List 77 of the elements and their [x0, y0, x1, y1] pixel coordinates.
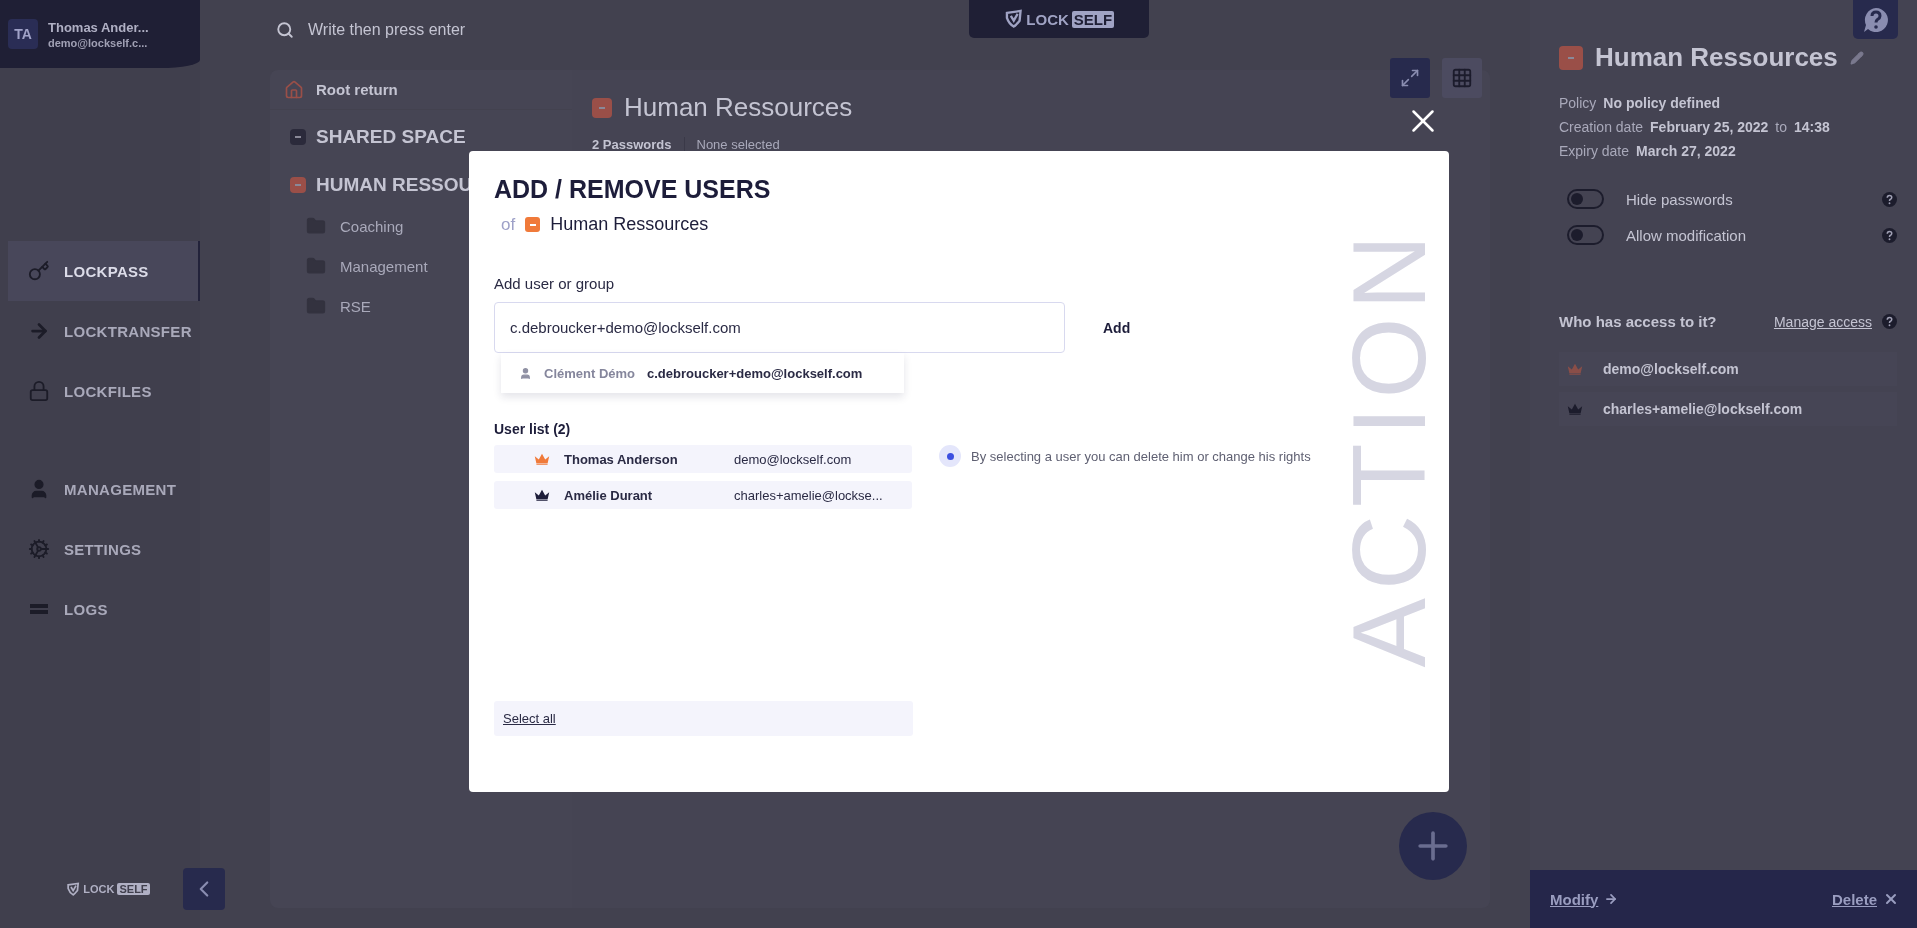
user-row[interactable]: Amélie Durant charles+amelie@lockse...	[494, 481, 912, 509]
details-title: Human Ressources	[1595, 42, 1838, 73]
avatar: TA	[8, 19, 38, 49]
folder-color-icon	[525, 217, 541, 232]
modify-link[interactable]: Modify	[1550, 890, 1619, 908]
toggle-switch[interactable]	[1567, 189, 1604, 209]
field-label: Creation date	[1559, 119, 1644, 135]
house-icon	[284, 79, 304, 100]
hint-text: By selecting a user you can delete him or change his rights	[971, 448, 1311, 464]
toggle-switch[interactable]	[1567, 225, 1604, 245]
search-icon	[276, 21, 294, 39]
field-label: Add user or group	[494, 275, 616, 292]
field-joiner: to	[1775, 119, 1788, 135]
user-email: demo@lockself.com	[1603, 361, 1739, 377]
space-item[interactable]: SHARED SPACE	[270, 110, 572, 158]
crown-icon	[1567, 362, 1583, 376]
suggestion-item[interactable]: Clément Démo c.debroucker+demo@lockself.com	[501, 353, 904, 393]
grid-icon	[1451, 66, 1473, 89]
folder-color-icon	[1559, 45, 1583, 70]
field-value: February 25, 2022	[1650, 119, 1769, 135]
field-label: Policy	[1559, 95, 1597, 111]
folder-color-icon	[592, 97, 612, 118]
lock-icon	[28, 380, 50, 402]
user-name: Thomas Ander...	[48, 19, 149, 35]
dialog-title: ADD / REMOVE USERS	[494, 175, 772, 204]
manage-access-link[interactable]: Manage access	[1773, 313, 1872, 330]
crown-icon	[534, 488, 550, 502]
nav-item[interactable]: LOCKTRANSFER	[8, 301, 200, 361]
help-icon[interactable]	[1882, 191, 1897, 207]
nav-item[interactable]: LOCKPASS	[8, 241, 200, 301]
field-value: March 27, 2022	[1636, 143, 1736, 159]
info-dot-icon	[939, 445, 961, 467]
arrow-icon	[1604, 892, 1619, 906]
person-icon	[519, 366, 532, 380]
bars-icon	[30, 604, 48, 614]
shield-icon	[66, 881, 81, 897]
logo-badge: SELF	[1071, 10, 1115, 28]
search-field[interactable]: Write then press enter	[306, 20, 606, 40]
help-bubble-icon	[1861, 5, 1890, 34]
help-icon[interactable]	[1882, 314, 1897, 329]
nav-item[interactable]: SETTINGS	[8, 519, 200, 579]
collapse-button[interactable]	[183, 868, 225, 910]
logo-text: LOCK	[83, 883, 115, 895]
user-email: demo@lockself.c...	[48, 36, 149, 49]
toggle-label: Allow modification	[1626, 226, 1747, 244]
user-email: charles+amelie@lockself.com	[1603, 401, 1803, 417]
nav-item[interactable]: LOCKFILES	[8, 361, 200, 421]
of-label: of	[501, 214, 516, 235]
field-label: Expiry date	[1559, 143, 1630, 159]
expand-button[interactable]	[1390, 57, 1430, 98]
nav-item[interactable]: MANAGEMENT	[8, 459, 200, 519]
field-value: No policy defined	[1603, 95, 1721, 111]
toggle-label: Hide passwords	[1626, 190, 1733, 208]
user-list-title: User list (2)	[494, 421, 572, 437]
delete-link[interactable]: Delete	[1831, 890, 1899, 908]
access-title: Who has access to it?	[1559, 313, 1717, 330]
key-icon	[28, 260, 50, 282]
logo-text: LOCK	[1026, 10, 1069, 28]
add-button[interactable]: Add	[1099, 313, 1135, 342]
field-value: 14:38	[1794, 119, 1830, 135]
help-button[interactable]	[1853, 0, 1898, 39]
shield-icon	[1003, 9, 1024, 29]
select-all-link[interactable]: Select all	[503, 711, 556, 726]
edit-icon[interactable]	[1849, 50, 1864, 65]
nav-item[interactable]: LOGS	[8, 579, 200, 639]
crown-icon	[534, 452, 550, 466]
folder-name: Human Ressources	[550, 214, 709, 235]
expand-icon	[1400, 67, 1420, 88]
root-return[interactable]: Root return	[270, 70, 572, 110]
help-icon[interactable]	[1882, 227, 1897, 243]
close-icon	[1883, 891, 1899, 907]
folder-title: Human Ressources	[624, 92, 853, 123]
logo-badge: SELF	[117, 883, 150, 895]
user-row[interactable]: Thomas Anderson demo@lockself.com	[494, 445, 912, 473]
user-input-field[interactable]: c.debroucker+demo@lockself.com	[494, 302, 1065, 353]
password-count: 2 Passwords	[592, 137, 672, 152]
crown-icon	[1567, 402, 1583, 416]
